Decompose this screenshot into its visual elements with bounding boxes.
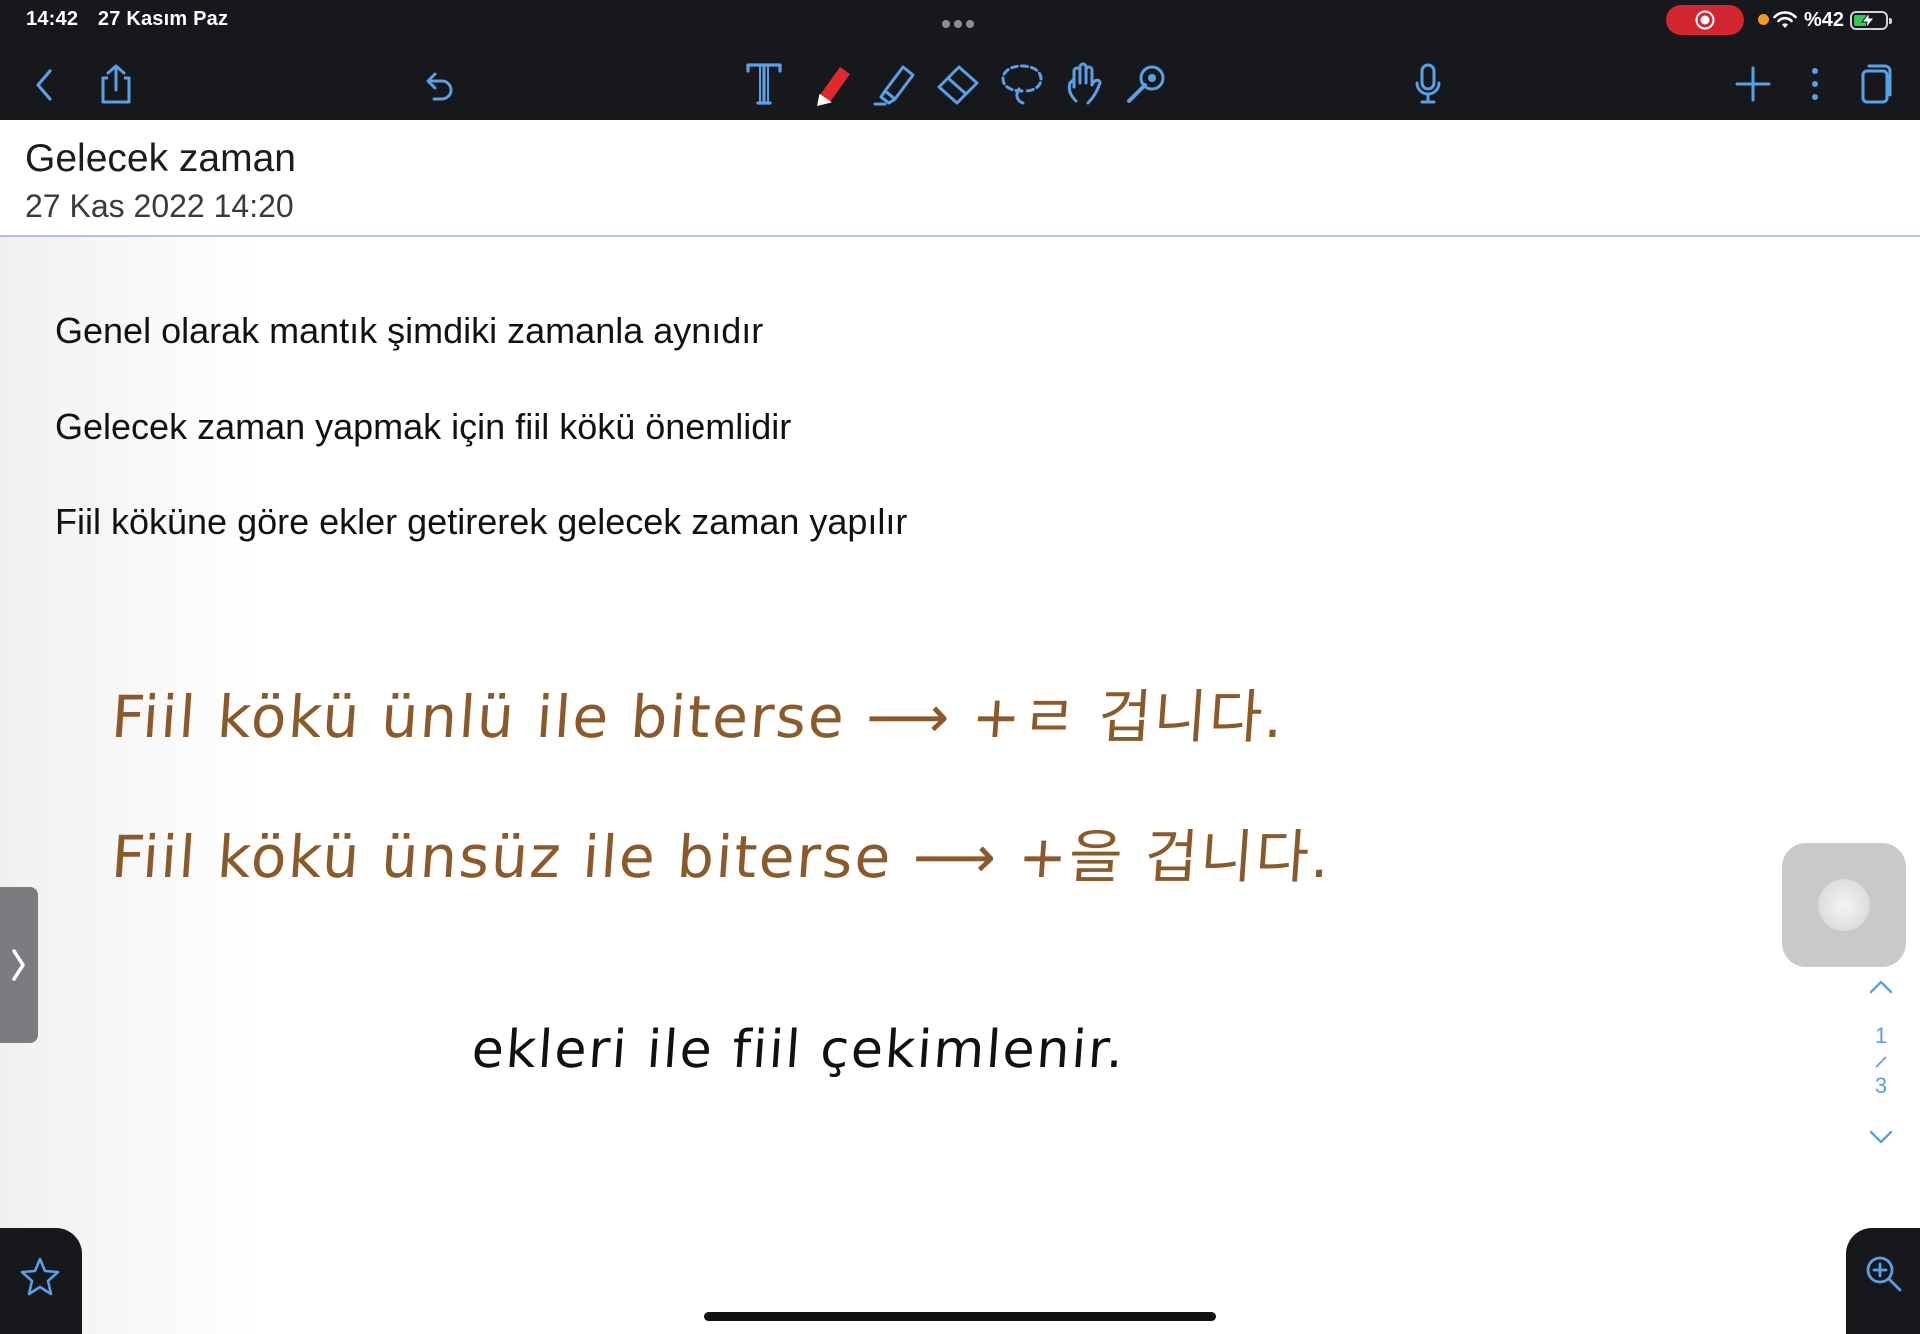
charging-bolt-icon xyxy=(1861,12,1876,28)
status-date: 27 Kasım Paz xyxy=(97,8,229,30)
undo-button[interactable] xyxy=(414,60,462,108)
record-icon xyxy=(1695,10,1715,30)
back-button[interactable] xyxy=(22,60,68,110)
hand-tool-icon xyxy=(1067,62,1102,105)
status-time: 14:42 xyxy=(26,8,79,30)
typed-line-1[interactable]: Genel olarak mantık şimdiki zamanla aynı… xyxy=(55,310,763,352)
pages-button[interactable] xyxy=(1852,58,1900,110)
page-current: 1 xyxy=(1874,1023,1888,1048)
plus-icon xyxy=(1735,66,1771,102)
lasso-icon xyxy=(1001,64,1043,105)
note-title[interactable]: Gelecek zaman xyxy=(25,137,296,181)
status-bar-right: %42 xyxy=(1772,6,1893,34)
page-total: 3 xyxy=(1874,1073,1888,1098)
handwriting-line-1[interactable]: Fiil kökü ünlü ile biterse ⟶ +ㄹ 겁니다. xyxy=(109,670,1288,754)
undo-icon xyxy=(426,72,453,101)
chevron-up-icon xyxy=(1869,980,1893,994)
star-icon xyxy=(20,1257,60,1296)
assistive-touch-button[interactable] xyxy=(1782,843,1906,967)
page-separator xyxy=(1860,1049,1902,1073)
note-header: Gelecek zaman 27 Kas 2022 14:20 xyxy=(0,120,1920,237)
top-toolbar: 14:42 27 Kasım Paz %42 xyxy=(0,0,1920,120)
add-button[interactable] xyxy=(1730,60,1776,108)
hand-tool-button[interactable] xyxy=(1058,58,1110,110)
typed-line-2[interactable]: Gelecek zaman yapmak için fiil kökü önem… xyxy=(55,406,791,448)
battery-percent: %42 xyxy=(1804,8,1845,31)
page-navigator: 1 3 xyxy=(1860,975,1902,1151)
slash-icon xyxy=(1875,1056,1887,1068)
laser-pointer-button[interactable] xyxy=(1120,58,1172,110)
text-tool-icon xyxy=(746,63,782,105)
pages-icon xyxy=(1861,64,1892,104)
handwriting-line-3[interactable]: ekleri ile fiil çekimlenir. xyxy=(470,1020,1127,1080)
status-bar-left: 14:42 27 Kasım Paz xyxy=(26,8,242,31)
favorite-button[interactable] xyxy=(0,1228,82,1334)
battery-icon xyxy=(1850,10,1893,30)
laser-pointer-icon xyxy=(1127,65,1165,103)
highlighter-tool-button[interactable] xyxy=(868,58,920,110)
microphone-icon xyxy=(1415,63,1441,104)
pen-icon xyxy=(817,67,850,107)
multitasking-dots[interactable] xyxy=(942,15,978,28)
lasso-tool-button[interactable] xyxy=(996,58,1048,110)
text-tool-button[interactable] xyxy=(740,58,788,110)
typed-line-3[interactable]: Fiil köküne göre ekler getirerek gelecek… xyxy=(55,501,907,543)
microphone-button[interactable] xyxy=(1404,58,1452,110)
highlighter-icon xyxy=(873,65,915,106)
page-down-button[interactable] xyxy=(1860,1125,1902,1151)
more-button[interactable] xyxy=(1800,60,1830,108)
home-indicator[interactable] xyxy=(704,1312,1216,1321)
screen-recording-indicator[interactable] xyxy=(1666,5,1744,35)
wifi-icon xyxy=(1773,11,1797,28)
eraser-tool-button[interactable] xyxy=(932,58,984,110)
zoom-button[interactable] xyxy=(1846,1228,1920,1334)
back-icon xyxy=(36,69,52,101)
note-date: 27 Kas 2022 14:20 xyxy=(25,188,294,224)
chevron-right-icon xyxy=(12,949,25,981)
page-edge-shadow xyxy=(0,236,260,1334)
page-up-button[interactable] xyxy=(1860,975,1902,1015)
sidebar-toggle-tab[interactable] xyxy=(0,887,38,1043)
zoom-in-icon xyxy=(1866,1256,1902,1292)
chevron-down-icon xyxy=(1869,1130,1893,1144)
share-icon xyxy=(101,64,131,104)
handwriting-line-2[interactable]: Fiil kökü ünsüz ile biterse ⟶ +을 겁니다. xyxy=(109,810,1335,894)
eraser-icon xyxy=(937,65,979,105)
pen-tool-button[interactable] xyxy=(806,58,858,110)
mic-in-use-indicator xyxy=(1758,14,1769,25)
more-icon xyxy=(1812,68,1818,100)
share-button[interactable] xyxy=(92,58,140,110)
